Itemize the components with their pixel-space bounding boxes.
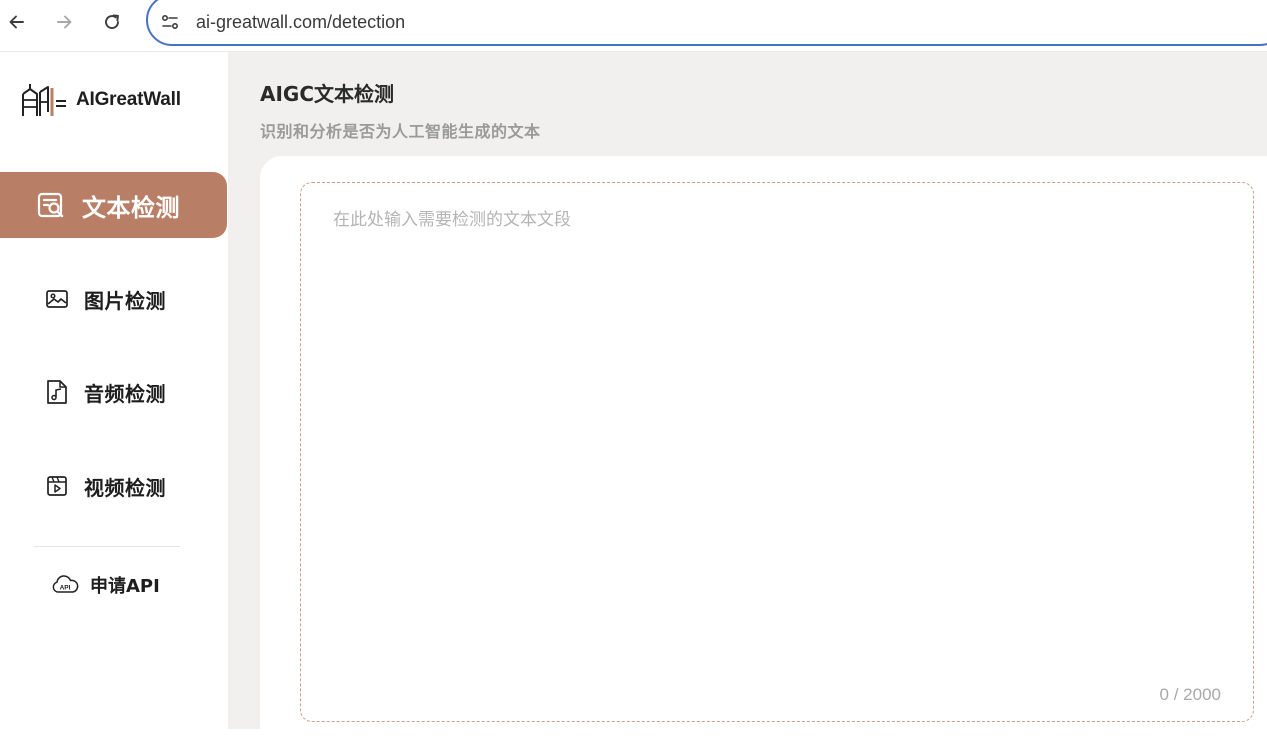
- sidebar-item-label: 文本检测: [82, 193, 180, 222]
- sidebar-item-label: 视频检测: [84, 475, 166, 500]
- cloud-api-icon: API: [50, 573, 80, 597]
- text-input-box: 0 / 2000: [300, 182, 1254, 722]
- apply-api-label: 申请API: [90, 576, 160, 597]
- sidebar-item-text-detection[interactable]: 文本检测: [0, 172, 227, 238]
- sidebar-item-label: 图片检测: [84, 288, 166, 313]
- svg-text:API: API: [60, 585, 71, 592]
- sidebar-item-video-detection[interactable]: 视频检测: [0, 453, 227, 519]
- character-counter: 0 / 2000: [1159, 685, 1221, 704]
- back-button[interactable]: [2, 8, 32, 36]
- forward-arrow-icon: [57, 15, 72, 29]
- forward-button[interactable]: [49, 8, 79, 36]
- sidebar-item-image-detection[interactable]: 图片检测: [0, 266, 227, 332]
- site-settings-icon: [161, 14, 179, 30]
- page-title: AIGC文本检测: [260, 82, 395, 106]
- main-content: AIGC文本检测 识别和分析是否为人工智能生成的文本 0 / 2000: [228, 52, 1267, 756]
- logo-text: AIGreatWall: [76, 89, 181, 110]
- detection-panel: 0 / 2000: [260, 156, 1267, 756]
- page-subtitle: 识别和分析是否为人工智能生成的文本: [260, 122, 541, 141]
- back-arrow-icon: [9, 15, 24, 29]
- reload-button[interactable]: [97, 8, 127, 36]
- browser-toolbar: ai-greatwall.com/detection: [0, 0, 1267, 52]
- sidebar-item-label: 音频检测: [84, 381, 166, 406]
- sidebar-item-audio-detection[interactable]: 音频检测: [0, 359, 227, 425]
- logo[interactable]: AIGreatWall: [20, 80, 181, 120]
- url-text[interactable]: ai-greatwall.com/detection: [196, 10, 405, 34]
- image-icon: [45, 287, 69, 311]
- site-settings-button[interactable]: [158, 10, 182, 34]
- text-search-icon: [36, 190, 66, 220]
- sidebar-divider: [34, 546, 180, 547]
- text-input[interactable]: [301, 183, 1253, 721]
- audio-file-icon: [45, 378, 69, 406]
- great-wall-logo-icon: [22, 84, 66, 116]
- reload-icon: [105, 14, 119, 29]
- sidebar: AIGreatWall 文本检测 图片检测 音频检测 视频检测 API 申请AP…: [0, 52, 228, 729]
- apply-api-button[interactable]: API 申请API: [50, 570, 160, 600]
- video-icon: [45, 474, 69, 498]
